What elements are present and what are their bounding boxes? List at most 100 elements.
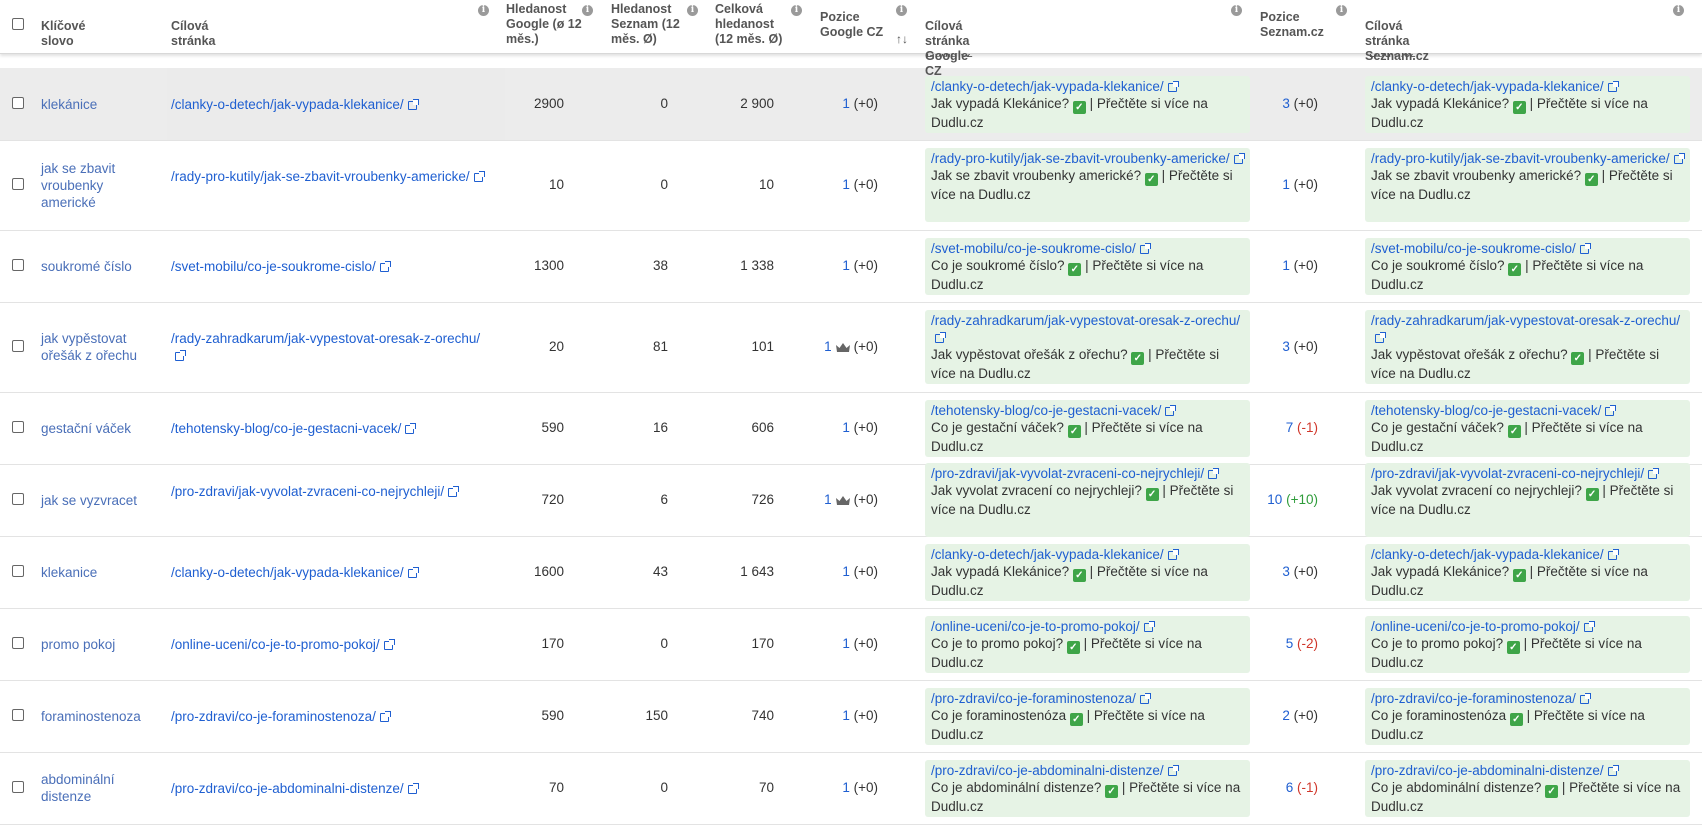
position-google-value[interactable]: 1: [842, 564, 850, 579]
google-target-link[interactable]: /tehotensky-blog/co-je-gestacni-vacek/: [931, 403, 1161, 418]
external-link-icon[interactable]: [1673, 153, 1685, 164]
position-google-value[interactable]: 1: [842, 708, 850, 723]
position-google-value[interactable]: 1: [824, 339, 832, 354]
target-page-link[interactable]: /clanky-o-detech/jak-vypada-klekanice/: [171, 96, 491, 113]
header-position-google[interactable]: Pozice Google CZ: [820, 10, 885, 63]
target-page-link[interactable]: /rady-zahradkarum/jak-vypestovat-oresak-…: [171, 330, 491, 364]
info-icon[interactable]: i: [791, 5, 802, 16]
sort-icon[interactable]: ↑↓: [896, 32, 908, 46]
target-page-link[interactable]: /online-uceni/co-je-to-promo-pokoj/: [171, 636, 491, 653]
external-link-icon[interactable]: [405, 422, 417, 434]
external-link-icon[interactable]: [1139, 692, 1151, 704]
external-link-icon[interactable]: [1143, 620, 1155, 632]
target-page-link[interactable]: /svet-mobilu/co-je-soukrome-cislo/: [171, 258, 491, 275]
row-checkbox[interactable]: [12, 493, 24, 505]
position-seznam-value[interactable]: 1: [1282, 258, 1290, 273]
seznam-target-link[interactable]: /rady-pro-kutily/jak-se-zbavit-vroubenky…: [1371, 151, 1670, 166]
target-page-link[interactable]: /pro-zdravi/co-je-foraminostenoza/: [171, 708, 491, 725]
row-checkbox[interactable]: [12, 781, 24, 793]
position-google-value[interactable]: 1: [842, 258, 850, 273]
table-row[interactable]: klekanice/clanky-o-detech/jak-vypada-kle…: [0, 536, 1702, 609]
external-link-icon[interactable]: [1648, 468, 1660, 479]
seznam-target-link[interactable]: /clanky-o-detech/jak-vypada-klekanice/: [1371, 547, 1604, 562]
info-icon[interactable]: i: [896, 5, 907, 16]
external-link-icon[interactable]: [1605, 404, 1617, 416]
target-page-link[interactable]: /clanky-o-detech/jak-vypada-klekanice/: [171, 564, 491, 581]
google-target-link[interactable]: /clanky-o-detech/jak-vypada-klekanice/: [931, 79, 1164, 94]
row-checkbox[interactable]: [12, 97, 24, 109]
target-page-link[interactable]: /pro-zdravi/jak-vyvolat-zvraceni-co-nejr…: [171, 483, 491, 500]
external-link-icon[interactable]: [1167, 80, 1179, 92]
external-link-icon[interactable]: [935, 332, 946, 343]
external-link-icon[interactable]: [1167, 764, 1179, 776]
info-icon[interactable]: i: [582, 5, 593, 16]
external-link-icon[interactable]: [1208, 468, 1220, 479]
position-seznam-value[interactable]: 2: [1282, 708, 1290, 723]
position-seznam-value[interactable]: 6: [1286, 780, 1294, 795]
table-row[interactable]: soukromé číslo/svet-mobilu/co-je-soukrom…: [0, 230, 1702, 303]
google-target-link[interactable]: /svet-mobilu/co-je-soukrome-cislo/: [931, 241, 1136, 256]
google-target-link[interactable]: /rady-pro-kutily/jak-se-zbavit-vroubenky…: [931, 151, 1230, 166]
table-row[interactable]: abdominální distenze/pro-zdravi/co-je-ab…: [0, 752, 1702, 825]
position-seznam-value[interactable]: 3: [1282, 339, 1290, 354]
table-row[interactable]: jak se zbavit vroubenky americké/rady-pr…: [0, 140, 1702, 231]
position-google-value[interactable]: 1: [842, 177, 850, 192]
info-icon[interactable]: i: [1336, 5, 1347, 16]
position-google-value[interactable]: 1: [842, 420, 850, 435]
target-page-link[interactable]: /tehotensky-blog/co-je-gestacni-vacek/: [171, 420, 491, 437]
external-link-icon[interactable]: [407, 566, 419, 578]
position-google-value[interactable]: 1: [824, 492, 832, 507]
header-position-seznam[interactable]: Pozice Seznam.cz: [1260, 10, 1330, 63]
row-checkbox[interactable]: [12, 340, 24, 352]
external-link-icon[interactable]: [1607, 764, 1619, 776]
google-target-link[interactable]: /rady-zahradkarum/jak-vypestovat-oresak-…: [931, 313, 1240, 328]
seznam-target-link[interactable]: /online-uceni/co-je-to-promo-pokoj/: [1371, 619, 1580, 634]
google-target-link[interactable]: /online-uceni/co-je-to-promo-pokoj/: [931, 619, 1140, 634]
external-link-icon[interactable]: [448, 486, 460, 497]
seznam-target-link[interactable]: /pro-zdravi/co-je-foraminostenoza/: [1371, 691, 1576, 706]
external-link-icon[interactable]: [1583, 620, 1595, 632]
table-row[interactable]: foraminostenoza/pro-zdravi/co-je-foramin…: [0, 680, 1702, 753]
seznam-target-link[interactable]: /pro-zdravi/jak-vyvolat-zvraceni-co-nejr…: [1371, 466, 1644, 481]
seznam-target-link[interactable]: /svet-mobilu/co-je-soukrome-cislo/: [1371, 241, 1576, 256]
seznam-target-link[interactable]: /tehotensky-blog/co-je-gestacni-vacek/: [1371, 403, 1601, 418]
row-checkbox[interactable]: [12, 259, 24, 271]
info-icon[interactable]: i: [1673, 5, 1684, 16]
table-row[interactable]: promo pokoj/online-uceni/co-je-to-promo-…: [0, 608, 1702, 681]
table-row[interactable]: gestační váček/tehotensky-blog/co-je-ges…: [0, 392, 1702, 465]
row-checkbox[interactable]: [12, 637, 24, 649]
external-link-icon[interactable]: [1579, 692, 1591, 704]
external-link-icon[interactable]: [1139, 242, 1151, 254]
target-page-link[interactable]: /pro-zdravi/co-je-abdominalni-distenze/: [171, 780, 491, 797]
external-link-icon[interactable]: [383, 638, 395, 650]
target-page-link[interactable]: /rady-pro-kutily/jak-se-zbavit-vroubenky…: [171, 168, 491, 185]
position-seznam-value[interactable]: 7: [1286, 420, 1294, 435]
header-search-google[interactable]: Hledanost Google (ø 12 měs.): [506, 2, 586, 55]
row-checkbox[interactable]: [12, 565, 24, 577]
external-link-icon[interactable]: [1607, 80, 1619, 92]
google-target-link[interactable]: /pro-zdravi/co-je-foraminostenoza/: [931, 691, 1136, 706]
position-seznam-value[interactable]: 5: [1286, 636, 1294, 651]
info-icon[interactable]: i: [478, 5, 489, 16]
external-link-icon[interactable]: [1579, 242, 1591, 254]
row-checkbox[interactable]: [12, 178, 24, 190]
google-target-link[interactable]: /clanky-o-detech/jak-vypada-klekanice/: [931, 547, 1164, 562]
select-all-checkbox[interactable]: [12, 18, 24, 30]
google-target-link[interactable]: /pro-zdravi/jak-vyvolat-zvraceni-co-nejr…: [931, 466, 1204, 481]
external-link-icon[interactable]: [379, 260, 391, 272]
table-row[interactable]: klekánice/clanky-o-detech/jak-vypada-kle…: [0, 68, 1702, 141]
external-link-icon[interactable]: [175, 350, 186, 361]
google-target-link[interactable]: /pro-zdravi/co-je-abdominalni-distenze/: [931, 763, 1164, 778]
external-link-icon[interactable]: [1165, 404, 1177, 416]
seznam-target-link[interactable]: /pro-zdravi/co-je-abdominalni-distenze/: [1371, 763, 1604, 778]
position-google-value[interactable]: 1: [842, 96, 850, 111]
position-google-value[interactable]: 1: [842, 636, 850, 651]
header-search-total[interactable]: Celková hledanost (12 měs. Ø): [715, 2, 790, 55]
external-link-icon[interactable]: [1233, 153, 1245, 164]
external-link-icon[interactable]: [407, 98, 419, 110]
table-row[interactable]: jak se vyzvracet/pro-zdravi/jak-vyvolat-…: [0, 463, 1702, 537]
info-icon[interactable]: i: [687, 5, 698, 16]
seznam-target-link[interactable]: /clanky-o-detech/jak-vypada-klekanice/: [1371, 79, 1604, 94]
position-seznam-value[interactable]: 10: [1267, 492, 1282, 507]
external-link-icon[interactable]: [1375, 332, 1386, 343]
